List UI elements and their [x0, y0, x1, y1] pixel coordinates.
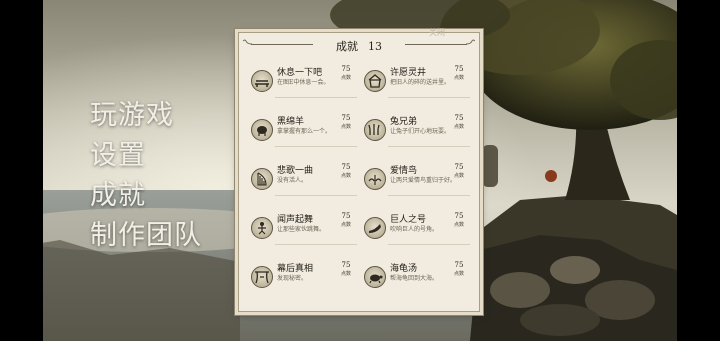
row-divider — [388, 97, 470, 98]
achievement-desc: 把旧人的碎的送井里。 — [390, 79, 451, 86]
dance-icon — [251, 217, 273, 239]
achievement-item[interactable]: 许愿灵井 把旧人的碎的送井里。 75 点数 — [360, 63, 472, 107]
achievement-desc: 让那些家伙跳舞。 — [277, 226, 326, 233]
achievements-panel: 关闭 成就 13 休息一下吧 在图E中休息一会。 75 点数 许愿灵井 把旧人的碎的… — [238, 28, 480, 312]
row-divider — [275, 146, 357, 147]
row-divider — [388, 195, 470, 196]
panel-title: 成就 — [336, 40, 358, 53]
menu-achievements-button[interactable]: 成就 — [90, 176, 202, 216]
achievement-item[interactable]: 兔兄弟 让兔子们开心地玩耍。 75 点数 — [360, 112, 472, 156]
panel-header: 成就 13 — [239, 37, 479, 57]
achievement-points: 75 点数 — [453, 163, 464, 179]
harp-icon — [251, 168, 273, 190]
achievement-points: 75 点数 — [340, 212, 351, 228]
achievement-item[interactable]: 黑绵羊 拿掌握有那么一个。 75 点数 — [247, 112, 359, 156]
achievement-points: 75 点数 — [453, 65, 464, 81]
row-divider — [275, 244, 357, 245]
right-letterbox — [677, 0, 720, 341]
achievement-points: 75 点数 — [453, 212, 464, 228]
achievement-grid: 休息一下吧 在图E中休息一会。 75 点数 许愿灵井 把旧人的碎的送井里。 75 点… — [247, 63, 473, 309]
sheep-icon — [251, 119, 273, 141]
achievement-item[interactable]: 爱情鸟 让两只爱情鸟重归于好。 75 点数 — [360, 161, 472, 205]
achievement-points: 75 点数 — [453, 114, 464, 130]
well-icon — [364, 70, 386, 92]
birds-icon — [364, 168, 386, 190]
achievement-desc: 吹响巨人的号角。 — [390, 226, 439, 233]
turtle-icon — [364, 266, 386, 288]
achievement-item[interactable]: 幕后真相 发现秘密。 75 点数 — [247, 259, 359, 303]
achievement-item[interactable]: 悲歌一曲 没有活人。 75 点数 — [247, 161, 359, 205]
menu-credits-button[interactable]: 制作团队 — [90, 216, 202, 256]
achievement-points: 75 点数 — [340, 261, 351, 277]
row-divider — [275, 97, 357, 98]
achievement-desc: 让兔子们开心地玩耍。 — [390, 128, 451, 135]
row-divider — [388, 146, 470, 147]
achievement-desc: 在图E中休息一会。 — [277, 79, 330, 86]
main-menu: 玩游戏 设置 成就 制作团队 — [90, 96, 202, 256]
achievement-desc: 拿掌握有那么一个。 — [277, 128, 332, 135]
achievement-desc: 没有活人。 — [277, 177, 308, 184]
achievement-desc: 发现秘密。 — [277, 275, 308, 282]
left-letterbox — [0, 0, 43, 341]
achievement-item[interactable]: 休息一下吧 在图E中休息一会。 75 点数 — [247, 63, 359, 107]
achievement-item[interactable]: 巨人之号 吹响巨人的号角。 75 点数 — [360, 210, 472, 254]
bench-icon — [251, 70, 273, 92]
achievement-count: 13 — [368, 40, 382, 53]
achievement-desc: 让两只爱情鸟重归于好。 — [390, 177, 452, 184]
menu-play-button[interactable]: 玩游戏 — [90, 96, 202, 136]
row-divider — [388, 244, 470, 245]
achievement-points: 75 点数 — [340, 65, 351, 81]
achievement-item[interactable]: 闻声起舞 让那些家伙跳舞。 75 点数 — [247, 210, 359, 254]
menu-settings-button[interactable]: 设置 — [90, 136, 202, 176]
achievement-desc: 帮海龟回到大海。 — [390, 275, 439, 282]
achievement-points: 75 点数 — [340, 163, 351, 179]
achievement-item[interactable]: 海龟汤 帮海龟回到大海。 75 点数 — [360, 259, 472, 303]
rabbit-icon — [364, 119, 386, 141]
row-divider — [275, 195, 357, 196]
achievement-points: 75 点数 — [453, 261, 464, 277]
horn-icon — [364, 217, 386, 239]
curtain-icon — [251, 266, 273, 288]
achievement-points: 75 点数 — [340, 114, 351, 130]
